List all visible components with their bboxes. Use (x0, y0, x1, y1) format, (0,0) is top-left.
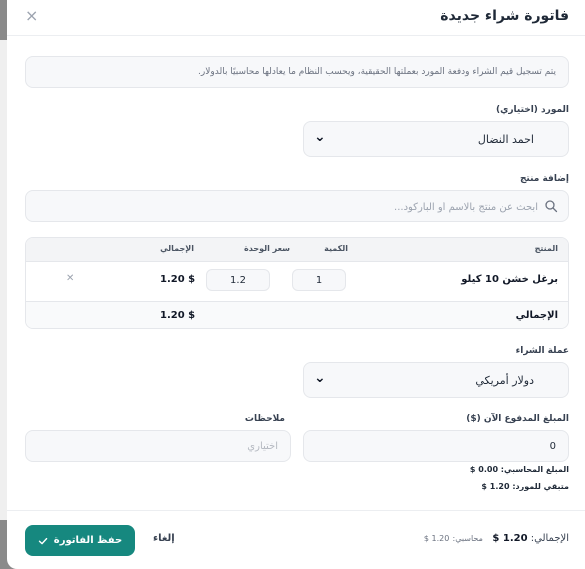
items-table: المنتج الكمية سعر الوحدة الإجمالي برغل خ… (25, 237, 569, 329)
column-header-unit-price: سعر الوحدة (243, 244, 290, 253)
table-footer-label: الإجمالي (515, 310, 558, 321)
column-header-total: الإجمالي (160, 244, 194, 253)
check-icon (38, 537, 48, 544)
chevron-down-icon: ⌄ (314, 370, 326, 386)
row-total: 1.20 $ (160, 274, 196, 285)
footer-totals: الإجمالي: 1.20 $ محاسبي: 1.20 $ (424, 533, 569, 544)
paid-amount-input[interactable] (303, 430, 569, 462)
chevron-down-icon: ⌄ (314, 129, 326, 145)
modal-header: فاتورة شراء جديدة × (7, 0, 585, 36)
currency-select[interactable]: دولار أمريكي ⌄ (303, 362, 569, 398)
supplier-selected-value: احمد النضال (477, 133, 534, 146)
notes-input[interactable] (25, 430, 291, 462)
supplier-select[interactable]: احمد النضال ⌄ (303, 121, 569, 157)
footer-accounting-label: محاسبي: (452, 534, 483, 543)
save-button-label: حفظ الفاتورة (53, 535, 123, 546)
remove-item-icon[interactable]: ✕ (66, 273, 74, 284)
footer-total-label: الإجمالي: (530, 533, 569, 544)
search-icon (545, 200, 558, 213)
footer-total-value: 1.20 $ (492, 533, 528, 544)
info-banner: يتم تسجيل قيم الشراء ودفعة المورد بعملته… (25, 56, 569, 88)
modal-title: فاتورة شراء جديدة (440, 8, 569, 24)
column-header-product: المنتج (534, 244, 558, 253)
row-product-name: برغل خشن 10 كيلو (461, 274, 558, 285)
add-product-label: إضافة منتج (519, 174, 569, 184)
accounting-amount-text: المبلغ المحاسبي: 0.00 $ (469, 465, 569, 474)
table-footer: الإجمالي 1.20 $ (26, 301, 568, 328)
save-invoice-button[interactable]: حفظ الفاتورة (25, 525, 135, 556)
table-header: المنتج الكمية سعر الوحدة الإجمالي (26, 238, 568, 262)
product-search-field[interactable] (25, 190, 569, 222)
table-row: برغل خشن 10 كيلو 1.20 $ ✕ (26, 262, 568, 301)
currency-label: عملة الشراء (515, 346, 569, 356)
new-purchase-invoice-modal: فاتورة شراء جديدة × يتم تسجيل قيم الشراء… (7, 0, 585, 569)
notes-label: ملاحظات (244, 414, 285, 424)
footer-accounting-value: 1.20 $ (423, 534, 450, 543)
product-search-input[interactable] (58, 198, 538, 216)
close-icon[interactable]: × (25, 6, 38, 25)
currency-selected-value: دولار أمريكي (475, 374, 534, 387)
quantity-input[interactable] (292, 269, 346, 291)
paid-amount-label: المبلغ المدفوع الآن ($) (466, 414, 569, 424)
modal-footer: الإجمالي: 1.20 $ محاسبي: 1.20 $ إلغاء حف… (7, 510, 585, 569)
unit-price-input[interactable] (206, 269, 270, 291)
cancel-button[interactable]: إلغاء (153, 533, 175, 544)
column-header-quantity: الكمية (324, 244, 348, 253)
table-footer-total: 1.20 $ (160, 310, 196, 321)
supplier-remaining-text: متبقي للمورد: 1.20 $ (481, 482, 569, 491)
supplier-label: المورد (اختياري) (495, 105, 569, 115)
